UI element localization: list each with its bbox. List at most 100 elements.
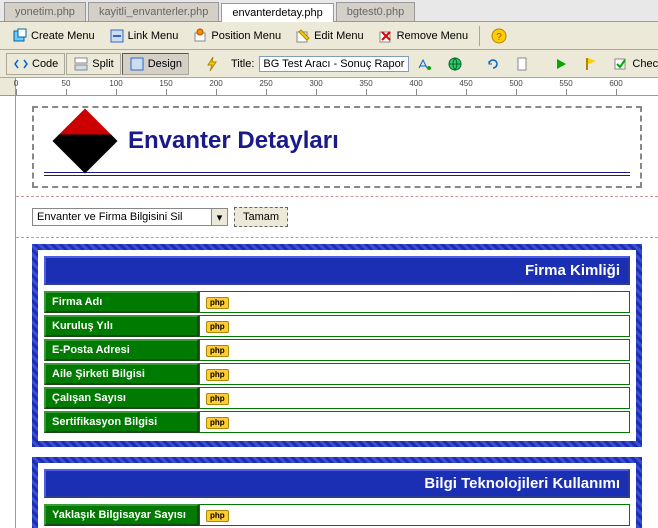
remove-menu-button[interactable]: Remove Menu xyxy=(372,25,475,47)
debug-button[interactable] xyxy=(577,53,605,75)
design-canvas[interactable]: Envanter Detayları ▾ Tamam Firma Kimliği… xyxy=(16,96,658,528)
data-table: Firma AdıphpKuruluş YılıphpE-Posta Adres… xyxy=(44,289,630,435)
row-value: php xyxy=(199,387,630,409)
design-label: Design xyxy=(148,58,182,70)
view-toolbar: Code Split Design Title: Check xyxy=(0,50,658,78)
file-icon xyxy=(515,56,531,72)
panel: Bilgi Teknolojileri Kullanımı Yaklaşık Bi… xyxy=(32,457,642,528)
table-row: Yaklaşık Bilgisayar Sayısı php xyxy=(44,504,630,526)
row-value: php xyxy=(199,504,630,526)
divider xyxy=(16,237,658,238)
check-label: Check xyxy=(632,58,658,70)
panel-title: Bilgi Teknolojileri Kullanımı xyxy=(44,469,630,498)
refresh-icon xyxy=(485,56,501,72)
table-row: Kuruluş Yılı php xyxy=(44,315,630,337)
php-badge-icon: php xyxy=(206,417,229,429)
tab-envanterdetay[interactable]: envanterdetay.php xyxy=(221,3,333,22)
split-icon xyxy=(73,56,89,72)
link-menu-icon xyxy=(109,28,125,44)
php-badge-icon: php xyxy=(206,345,229,357)
table-row: E-Posta Adresi php xyxy=(44,339,630,361)
row-label: Sertifikasyon Bilgisi xyxy=(44,411,199,433)
code-label: Code xyxy=(32,58,58,70)
divider xyxy=(16,196,658,197)
split-view-button[interactable]: Split xyxy=(66,53,120,75)
split-label: Split xyxy=(92,58,113,70)
svg-text:?: ? xyxy=(496,32,502,43)
php-badge-icon: php xyxy=(206,510,229,522)
design-view-button[interactable]: Design xyxy=(122,53,189,75)
create-menu-button[interactable]: Create Menu xyxy=(6,25,101,47)
table-row: Aile Şirketi Bilgisi php xyxy=(44,363,630,385)
position-menu-button[interactable]: Position Menu xyxy=(186,25,287,47)
check-icon xyxy=(613,56,629,72)
data-table: Yaklaşık Bilgisayar SayısıphpYazılım Alt… xyxy=(44,502,630,528)
link-menu-label: Link Menu xyxy=(128,30,179,42)
tab-kayitli[interactable]: kayitli_envanterler.php xyxy=(88,2,219,21)
spellcheck-icon xyxy=(417,56,433,72)
preview-button[interactable] xyxy=(441,53,469,75)
panel: Firma Kimliği Firma Adı php Kuruluş Yılı php… xyxy=(32,244,642,447)
help-button[interactable]: ? xyxy=(485,25,513,47)
edit-menu-label: Edit Menu xyxy=(314,30,364,42)
edit-menu-icon xyxy=(295,28,311,44)
row-label: Firma Adı xyxy=(44,291,199,313)
tab-yonetim[interactable]: yonetim.php xyxy=(4,2,86,21)
action-select-field[interactable] xyxy=(32,208,212,226)
file-mgmt-button[interactable] xyxy=(509,53,537,75)
row-label: E-Posta Adresi xyxy=(44,339,199,361)
globe-icon xyxy=(447,56,463,72)
menu-toolbar: Create Menu Link Menu Position Menu Edit… xyxy=(0,22,658,50)
row-label: Kuruluş Yılı xyxy=(44,315,199,337)
row-label: Çalışan Sayısı xyxy=(44,387,199,409)
help-icon: ? xyxy=(491,28,507,44)
page-title: Envanter Detayları xyxy=(128,127,339,155)
submit-button[interactable]: Tamam xyxy=(234,207,288,227)
separator xyxy=(479,26,480,46)
server-behavior-button[interactable] xyxy=(198,53,226,75)
position-menu-icon xyxy=(192,28,208,44)
table-row: Çalışan Sayısı php xyxy=(44,387,630,409)
vertical-ruler xyxy=(0,96,16,528)
title-label: Title: xyxy=(231,58,254,70)
php-badge-icon: php xyxy=(206,321,229,333)
row-label: Aile Şirketi Bilgisi xyxy=(44,363,199,385)
design-icon xyxy=(129,56,145,72)
row-value: php xyxy=(199,339,630,361)
spellcheck-button[interactable] xyxy=(411,53,439,75)
php-badge-icon: php xyxy=(206,297,229,309)
create-menu-label: Create Menu xyxy=(31,30,95,42)
create-menu-icon xyxy=(12,28,28,44)
table-row: Firma Adı php xyxy=(44,291,630,313)
validate-button[interactable] xyxy=(547,53,575,75)
table-row: Sertifikasyon Bilgisi php xyxy=(44,411,630,433)
lightning-icon xyxy=(204,56,220,72)
row-value: php xyxy=(199,411,630,433)
php-badge-icon: php xyxy=(206,393,229,405)
action-form: ▾ Tamam xyxy=(32,207,642,227)
check-button[interactable]: Check xyxy=(607,53,658,75)
header-table: Envanter Detayları xyxy=(32,106,642,188)
edit-menu-button[interactable]: Edit Menu xyxy=(289,25,370,47)
remove-menu-label: Remove Menu xyxy=(397,30,469,42)
panel-title: Firma Kimliği xyxy=(44,256,630,285)
link-menu-button[interactable]: Link Menu xyxy=(103,25,185,47)
flag-icon xyxy=(583,56,599,72)
refresh-button[interactable] xyxy=(479,53,507,75)
position-menu-label: Position Menu xyxy=(211,30,281,42)
file-tabs: yonetim.php kayitli_envanterler.php enva… xyxy=(0,0,658,22)
code-view-button[interactable]: Code xyxy=(6,53,65,75)
horizontal-ruler: 050100150200250300350400450500550600650 xyxy=(0,78,658,96)
row-value: php xyxy=(199,363,630,385)
dropdown-icon[interactable]: ▾ xyxy=(212,208,228,226)
code-icon xyxy=(13,56,29,72)
title-input[interactable] xyxy=(259,56,409,72)
play-icon xyxy=(553,56,569,72)
remove-menu-icon xyxy=(378,28,394,44)
action-select[interactable]: ▾ xyxy=(32,208,228,226)
logo-icon xyxy=(52,108,117,173)
php-badge-icon: php xyxy=(206,369,229,381)
row-label: Yaklaşık Bilgisayar Sayısı xyxy=(44,504,199,526)
row-value: php xyxy=(199,291,630,313)
tab-bgtest0[interactable]: bgtest0.php xyxy=(336,2,416,21)
